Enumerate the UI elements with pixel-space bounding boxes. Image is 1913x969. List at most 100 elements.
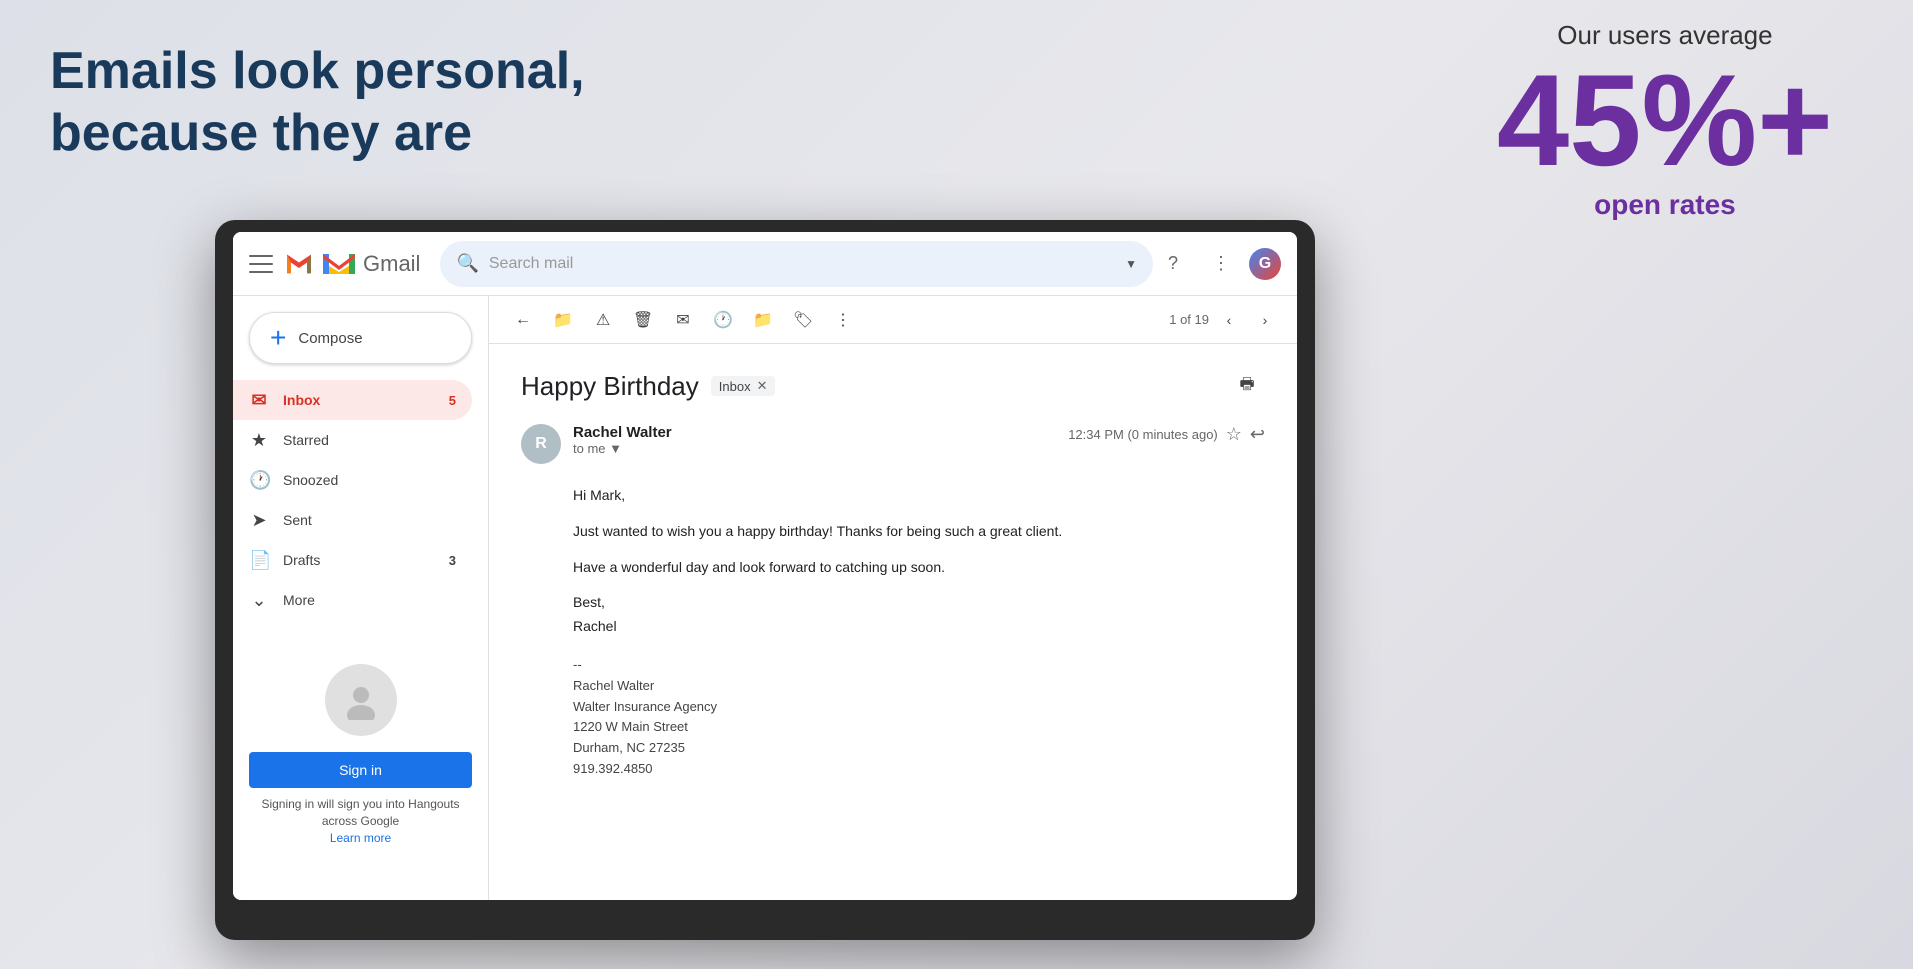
- sidebar-item-sent[interactable]: ➤ Sent: [233, 500, 472, 540]
- sig-phone: 919.392.4850: [573, 759, 1265, 780]
- email-subject: Happy Birthday: [521, 371, 699, 402]
- inbox-badge: 5: [449, 393, 456, 408]
- snoozed-icon: 🕐: [249, 470, 269, 491]
- sig-address: 1220 W Main Street: [573, 717, 1265, 738]
- search-icon: 🔍: [456, 253, 478, 274]
- email-body: Hi Mark, Just wanted to wish you a happy…: [573, 484, 1265, 780]
- sig-name: Rachel Walter: [573, 676, 1265, 697]
- gmail-logo-svg: [321, 250, 357, 278]
- email-signature: -- Rachel Walter Walter Insurance Agency…: [573, 655, 1265, 780]
- help-icon-button[interactable]: ?: [1153, 244, 1193, 284]
- email-subject-row: Happy Birthday Inbox ✕ 🖶: [521, 368, 1265, 404]
- sidebar-item-snoozed[interactable]: 🕐 Snoozed: [233, 460, 472, 500]
- gmail-app-name: Gmail: [363, 251, 420, 277]
- sidebar-item-more[interactable]: ⌄ More: [233, 580, 472, 620]
- email-body-line1: Just wanted to wish you a happy birthday…: [573, 520, 1265, 544]
- email-toolbar: ← 📁 ⚠ 🗑 ✉ 🕐 📁 🏷 ⋮ 1 of 19 ‹: [489, 296, 1297, 344]
- snooze-button[interactable]: 🕐: [705, 302, 741, 338]
- prev-page-button[interactable]: ‹: [1213, 304, 1245, 336]
- back-button[interactable]: ←: [505, 302, 541, 338]
- more-chevron-icon: ⌄: [249, 590, 269, 611]
- pagination-info: 1 of 19 ‹ ›: [1169, 304, 1281, 336]
- snoozed-label: Snoozed: [283, 472, 338, 488]
- gmail-m-icon: [283, 248, 315, 280]
- star-email-button[interactable]: ☆: [1226, 424, 1242, 445]
- sent-icon: ➤: [249, 510, 269, 531]
- stats-section: Our users average 45%+ open rates: [1497, 20, 1833, 221]
- move-to-button[interactable]: 📁: [745, 302, 781, 338]
- sender-name: Rachel Walter: [573, 424, 1056, 441]
- print-button-area: 🖶: [1229, 368, 1265, 404]
- sender-info: Rachel Walter to me ▼: [573, 424, 1056, 456]
- search-input-placeholder[interactable]: Search mail: [489, 255, 1115, 273]
- mark-read-button[interactable]: ✉: [665, 302, 701, 338]
- sig-separator: --: [573, 655, 1265, 676]
- apps-icon-button[interactable]: ⋮: [1201, 244, 1241, 284]
- search-dropdown-icon[interactable]: ▼: [1125, 257, 1137, 271]
- more-label: More: [283, 592, 315, 608]
- search-bar[interactable]: 🔍 Search mail ▼: [440, 241, 1153, 287]
- headline-line2: because they are: [50, 102, 585, 164]
- sidebar-item-drafts[interactable]: 📄 Drafts 3: [233, 540, 472, 580]
- email-greeting: Hi Mark,: [573, 484, 1265, 508]
- email-meta: R Rachel Walter to me ▼ 12:34 PM (0: [521, 424, 1265, 464]
- pagination-text: 1 of 19: [1169, 312, 1209, 327]
- gmail-body: + Compose ✉ Inbox 5 ★ Starred: [233, 296, 1297, 900]
- email-closing: Best, Rachel: [573, 591, 1265, 639]
- remove-tag-button[interactable]: ✕: [757, 378, 768, 394]
- headline: Emails look personal, because they are: [50, 40, 585, 165]
- sender-to: to me ▼: [573, 441, 1056, 456]
- compose-label: Compose: [298, 330, 362, 347]
- stats-label-bottom: open rates: [1497, 189, 1833, 221]
- google-account-icon[interactable]: G: [1249, 248, 1281, 280]
- drafts-icon: 📄: [249, 550, 269, 571]
- more-options-button[interactable]: ⋮: [825, 302, 861, 338]
- sig-company: Walter Insurance Agency: [573, 697, 1265, 718]
- laptop-wrapper: Gmail 🔍 Search mail ▼ ? ⋮ G: [215, 220, 1315, 940]
- compose-button[interactable]: + Compose: [249, 312, 472, 364]
- archive-button[interactable]: 📁: [545, 302, 581, 338]
- email-timestamp-area: 12:34 PM (0 minutes ago) ☆ ↩: [1068, 424, 1265, 445]
- reply-email-button[interactable]: ↩: [1250, 424, 1265, 445]
- email-content: Happy Birthday Inbox ✕ 🖶: [489, 344, 1297, 900]
- sidebar-item-starred[interactable]: ★ Starred: [233, 420, 472, 460]
- starred-label: Starred: [283, 432, 329, 448]
- screen-bezel: Gmail 🔍 Search mail ▼ ? ⋮ G: [233, 232, 1297, 900]
- inbox-tag-label: Inbox: [719, 379, 751, 394]
- to-dropdown-icon[interactable]: ▼: [609, 441, 622, 456]
- hangouts-learn-more-link[interactable]: Learn more: [330, 831, 391, 845]
- labels-button[interactable]: 🏷: [785, 302, 821, 338]
- drafts-badge: 3: [449, 553, 456, 568]
- email-view: ← 📁 ⚠ 🗑 ✉ 🕐 📁 🏷 ⋮ 1 of 19 ‹: [489, 296, 1297, 900]
- email-tag-inbox: Inbox ✕: [711, 376, 776, 396]
- laptop-shell: Gmail 🔍 Search mail ▼ ? ⋮ G: [215, 220, 1315, 940]
- inbox-label: Inbox: [283, 392, 320, 408]
- print-button[interactable]: 🖶: [1229, 368, 1265, 404]
- sent-label: Sent: [283, 512, 312, 528]
- gmail-header: Gmail 🔍 Search mail ▼ ? ⋮ G: [233, 232, 1297, 296]
- email-timestamp: 12:34 PM (0 minutes ago): [1068, 427, 1218, 442]
- email-body-line2: Have a wonderful day and look forward to…: [573, 556, 1265, 580]
- spam-button[interactable]: ⚠: [585, 302, 621, 338]
- gmail-app: Gmail 🔍 Search mail ▼ ? ⋮ G: [233, 232, 1297, 900]
- compose-plus-icon: +: [270, 322, 286, 354]
- sign-in-button[interactable]: Sign in: [249, 752, 472, 788]
- gmail-logo: Gmail: [283, 248, 420, 280]
- sidebar-item-inbox[interactable]: ✉ Inbox 5: [233, 380, 472, 420]
- drafts-label: Drafts: [283, 552, 320, 568]
- delete-button[interactable]: 🗑: [625, 302, 661, 338]
- gmail-sidebar: + Compose ✉ Inbox 5 ★ Starred: [233, 296, 489, 900]
- hamburger-menu-icon[interactable]: [249, 255, 273, 273]
- sig-city: Durham, NC 27235: [573, 738, 1265, 759]
- hangouts-text: Signing in will sign you into Hangouts a…: [249, 796, 472, 846]
- next-page-button[interactable]: ›: [1249, 304, 1281, 336]
- user-avatar-icon: [341, 680, 381, 720]
- user-avatar-placeholder: [325, 664, 397, 736]
- headline-line1: Emails look personal,: [50, 40, 585, 102]
- sidebar-bottom: Sign in Signing in will sign you into Ha…: [233, 640, 488, 862]
- inbox-icon: ✉: [249, 390, 269, 411]
- stats-number: 45%+: [1497, 55, 1833, 185]
- sender-avatar: R: [521, 424, 561, 464]
- starred-icon: ★: [249, 430, 269, 451]
- header-icons: ? ⋮ G: [1153, 244, 1281, 284]
